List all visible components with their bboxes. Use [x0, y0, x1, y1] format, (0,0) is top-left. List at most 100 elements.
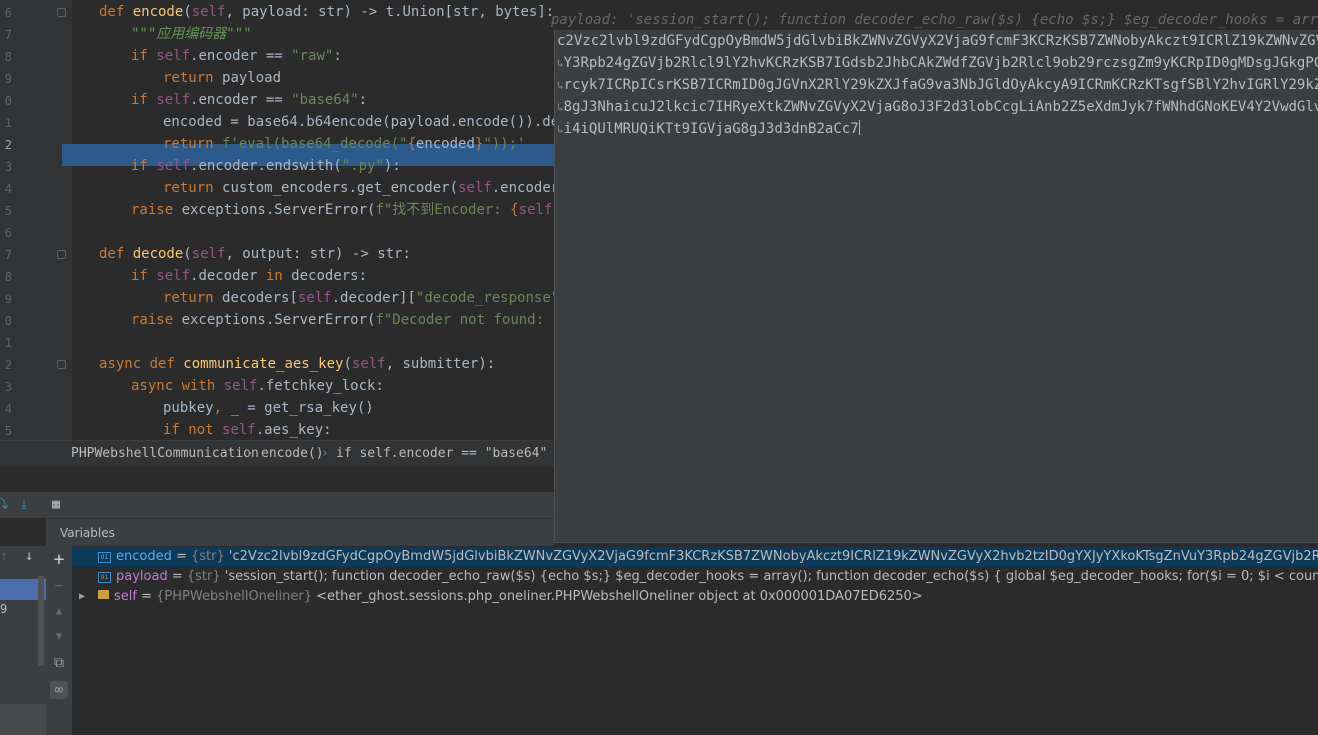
code-line[interactable]: raise exceptions.ServerError(f"Decoder n… [131, 309, 578, 331]
chevron-right-icon: › [321, 446, 329, 461]
code-token: self [223, 378, 258, 394]
code-token: .fetchkey_lock: [257, 378, 384, 394]
remove-watch-icon[interactable]: − [50, 577, 68, 595]
popup-value-line: ↳Y3Rpb24gZGVjb2Rlcl9lY2hvKCRzKSB7IGdsb2J… [557, 52, 1318, 74]
variable-row-payload[interactable]: 01 payload = {str} 'session_start(); func… [72, 567, 1318, 587]
line-number: 8 [4, 50, 12, 64]
soft-wrap-icon: ↳ [557, 79, 564, 92]
breadcrumb-class[interactable]: PHPWebshellCommunication [71, 441, 259, 467]
code-token: if [131, 92, 157, 108]
code-token: exceptions.ServerError( [181, 312, 376, 328]
code-line[interactable]: async def communicate_aes_key(self, subm… [99, 353, 495, 375]
variable-row-self[interactable]: ▶ self = {PHPWebshellOneliner} <ether_gh… [72, 587, 1318, 607]
step-into-my-code-icon[interactable]: ⤓ [16, 497, 32, 513]
line-number: 9 [4, 72, 12, 86]
code-line[interactable]: return custom_encoders.get_encoder(self.… [163, 177, 576, 199]
code-token: with [181, 378, 224, 394]
variable-name: encoded [116, 549, 172, 564]
popup-value-text: rcyk7ICRpICsrKSB7ICRmID0gJGVnX2RlY29kZXJ… [563, 77, 1318, 93]
variable-name: payload [116, 569, 168, 584]
variable-row-encoded[interactable]: 01 encoded = {str} 'c2Vzc2lvbl9zdGFydCgpO… [72, 547, 1318, 567]
code-line[interactable]: if self.encoder == "base64": [131, 89, 367, 111]
code-line[interactable]: if self.encoder.endswith(".py"): [131, 155, 401, 177]
code-token: str [318, 4, 344, 20]
chevron-right-icon[interactable]: ▶ [79, 587, 85, 607]
move-up-icon[interactable]: ▲ [50, 603, 68, 621]
code-token: , [478, 4, 496, 20]
add-watch-icon[interactable]: + [50, 551, 68, 569]
line-number: 8 [4, 270, 12, 284]
breadcrumb-statement[interactable]: if self.encoder == "base64" [336, 441, 547, 467]
code-token: { [510, 202, 519, 218]
line-number: 4 [4, 402, 12, 416]
frames-scrollbar[interactable] [38, 576, 44, 666]
code-token: ".py" [341, 158, 384, 174]
code-line[interactable]: if not self.aes_key: [163, 419, 332, 440]
line-number: 2 [4, 138, 12, 152]
popup-value-line: c2Vzc2lvbl9zdGFydCgpOyBmdW5jdGlvbiBkZWNv… [557, 30, 1318, 52]
code-line[interactable]: """应用编码器""" [131, 23, 252, 45]
variables-title: Variables [60, 526, 115, 540]
code-token: payload [222, 70, 282, 86]
line-number: 6 [4, 226, 12, 240]
code-line[interactable]: return payload [163, 67, 281, 89]
code-token: in [265, 268, 292, 284]
popup-value-line: ↳8gJ3NhaicuJ2lkcic7IHRyeXtkZWNvZGVyX2Vja… [557, 96, 1318, 118]
code-token: , output: [225, 246, 310, 262]
code-token: "));' [483, 136, 526, 152]
arrow-down-icon[interactable]: ↓ [25, 546, 33, 566]
code-token: ) -> [335, 246, 378, 262]
text-caret [858, 120, 860, 135]
code-token: if not [163, 422, 223, 438]
code-token: self [156, 158, 191, 174]
glasses-icon[interactable]: ∞ [50, 681, 68, 699]
inline-debug-hint: payload: 'session_start(); function deco… [551, 12, 1318, 28]
fold-marker-icon[interactable] [57, 250, 66, 259]
code-token: ( [343, 356, 352, 372]
code-token: bytes [495, 4, 538, 20]
code-token: def [149, 356, 184, 372]
code-token: ( [183, 246, 192, 262]
code-token: encoded [415, 136, 475, 152]
fold-marker-icon[interactable] [57, 8, 66, 17]
table-view-icon[interactable]: ▦ [48, 497, 64, 513]
fold-marker-icon[interactable] [57, 360, 66, 369]
code-token: async [99, 356, 150, 372]
step-over-icon[interactable]: ⤵ [0, 497, 10, 513]
code-token: self [458, 180, 492, 196]
code-token: self [156, 268, 191, 284]
code-token: str [377, 246, 403, 262]
soft-wrap-icon: ↳ [557, 57, 564, 70]
code-line[interactable]: return decoders[self.decoder]["decode_re… [163, 287, 576, 309]
code-line[interactable]: return f'eval(base64_decode("{encoded}")… [163, 133, 526, 155]
code-token: : [402, 246, 411, 262]
code-line[interactable]: if self.encoder == "raw": [131, 45, 342, 67]
breadcrumb-method[interactable]: encode() [261, 441, 324, 467]
popup-value-text: c2Vzc2lvbl9zdGFydCgpOyBmdW5jdGlvbiBkZWNv… [557, 33, 1318, 49]
code-token: self [191, 246, 226, 262]
code-token: if [131, 268, 157, 284]
line-number: 3 [4, 160, 12, 174]
popup-value-line: ↳i4iQUlMRUQiKTt9IGVjaG8gJ3d3dnB2aCc7 [557, 118, 860, 140]
code-line[interactable]: pubkey, _ = get_rsa_key() [163, 397, 374, 419]
frames-panel[interactable]: ↑ ↓ 9 [0, 546, 47, 735]
arrow-up-icon[interactable]: ↑ [0, 546, 8, 566]
line-number: 5 [4, 204, 12, 218]
copy-icon[interactable]: ⧉ [50, 654, 68, 672]
code-line[interactable]: def encode(self, payload: str) -> t.Unio… [99, 1, 554, 23]
code-token: raise [131, 202, 182, 218]
move-down-icon[interactable]: ▼ [50, 628, 68, 646]
line-number: 1 [4, 336, 12, 350]
line-number: 6 [4, 6, 12, 20]
code-line[interactable]: encoded = base64.b64encode(payload.encod… [163, 111, 576, 133]
code-line[interactable]: async with self.fetchkey_lock: [131, 375, 384, 397]
code-token: _ = get_rsa_key() [230, 400, 374, 416]
code-line[interactable]: raise exceptions.ServerError(f"找不到Encode… [131, 199, 578, 221]
code-token: .encoder.endswith( [190, 158, 342, 174]
value-tooltip-popup[interactable]: c2Vzc2lvbl9zdGFydCgpOyBmdW5jdGlvbiBkZWNv… [554, 30, 1318, 543]
frame-item[interactable] [0, 704, 46, 735]
code-line[interactable]: def decode(self, output: str) -> str: [99, 243, 411, 265]
code-token: return [163, 180, 223, 196]
code-line[interactable]: if self.decoder in decoders: [131, 265, 367, 287]
code-token: : [358, 92, 368, 108]
